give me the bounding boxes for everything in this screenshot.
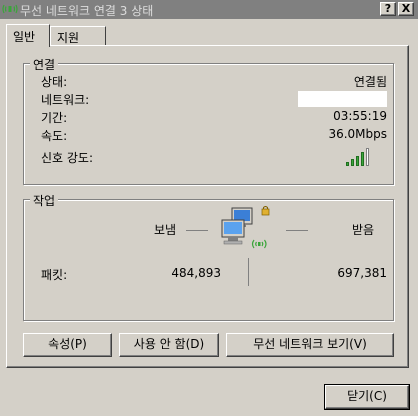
general-tab-page: 연결 상태: 연결됨 네트워크: 기간: 03:55:19 속도: 36.0Mb… <box>6 45 409 368</box>
packets-label: 패킷: <box>41 268 68 282</box>
network-label: 네트워크: <box>41 93 90 107</box>
signal-strength-label: 신호 강도: <box>41 151 94 165</box>
activity-group-label: 작업 <box>30 192 59 209</box>
signal-strength-icon <box>346 146 374 166</box>
sent-line <box>186 230 208 231</box>
close-window-button[interactable]: X <box>398 2 414 16</box>
title-bar: 무선 네트워크 연결 3 상태 ? X <box>0 0 418 19</box>
status-label: 상태: <box>41 75 68 89</box>
signal-bar <box>356 156 359 166</box>
view-wireless-networks-button[interactable]: 무선 네트워크 보기(V) <box>226 333 394 357</box>
connection-group: 연결 상태: 연결됨 네트워크: 기간: 03:55:19 속도: 36.0Mb… <box>23 56 394 185</box>
network-computers-icon <box>221 206 270 249</box>
properties-button[interactable]: 속성(P) <box>23 333 112 357</box>
activity-group: 작업 보냄 받음 패킷: 484,893 697,381 <box>23 192 394 321</box>
network-value <box>298 91 387 107</box>
packets-sent-value: 484,893 <box>171 266 221 280</box>
window-title: 무선 네트워크 연결 3 상태 <box>20 4 154 18</box>
help-button[interactable]: ? <box>380 2 396 16</box>
disable-button[interactable]: 사용 안 함(D) <box>119 333 219 357</box>
tab-support-label: 지원 <box>57 31 80 45</box>
speed-value: 36.0Mbps <box>328 127 387 141</box>
connection-group-label: 연결 <box>30 56 59 73</box>
signal-bar <box>351 159 354 166</box>
speed-label: 속도: <box>41 129 68 143</box>
status-window: 무선 네트워크 연결 3 상태 ? X 일반 지원 연결 상태: 연결됨 네트워… <box>0 0 418 416</box>
received-line <box>286 230 308 231</box>
wireless-network-icon <box>2 4 18 14</box>
duration-label: 기간: <box>41 111 68 125</box>
tab-general-label: 일반 <box>13 30 36 44</box>
signal-bar <box>366 148 369 166</box>
signal-bar <box>361 152 364 166</box>
tab-support[interactable]: 지원 <box>50 26 106 46</box>
received-label: 받음 <box>352 223 375 237</box>
duration-value: 03:55:19 <box>333 109 387 123</box>
activity-divider-line <box>248 258 249 286</box>
packets-received-value: 697,381 <box>337 266 387 280</box>
tab-general[interactable]: 일반 <box>6 24 50 47</box>
status-value: 연결됨 <box>353 75 387 89</box>
signal-bar <box>346 162 349 166</box>
close-button[interactable]: 닫기(C) <box>324 384 410 410</box>
sent-label: 보냄 <box>154 223 177 237</box>
